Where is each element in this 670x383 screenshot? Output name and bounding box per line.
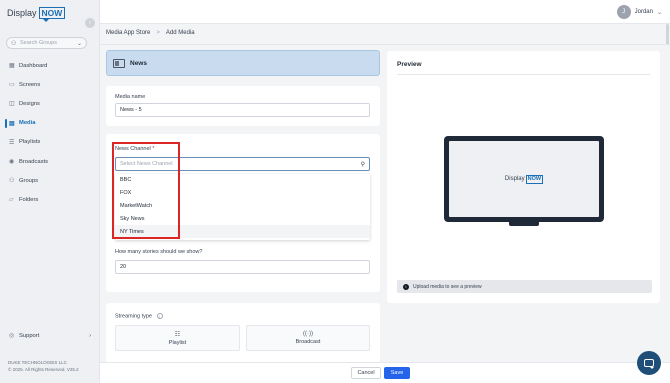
sidebar-item-groups[interactable]: ⚇ Groups — [0, 171, 100, 190]
tv-stand — [509, 222, 539, 226]
streaming-option-playlist[interactable]: ☷ Playlist — [115, 325, 240, 351]
tv-screen-mockup: Display NOW — [444, 136, 604, 222]
cancel-button[interactable]: Cancel — [351, 367, 381, 379]
preview-note-text: Upload media to see a preview — [413, 283, 482, 290]
streaming-type-label: Streaming type i — [115, 313, 163, 319]
preview-logo-text: Display — [504, 176, 525, 182]
sidebar-item-label: Broadcasts — [19, 158, 48, 165]
media-name-input[interactable]: News - 5 — [115, 103, 370, 117]
streaming-type-label-text: Streaming type — [115, 313, 152, 320]
search-icon: ⚲ — [360, 161, 365, 168]
info-icon: i — [403, 283, 409, 290]
stories-label: How many stories should we show? — [115, 249, 203, 255]
support-label: Support — [19, 333, 40, 339]
groups-icon: ⚇ — [9, 178, 15, 185]
sidebar-nav: ▦ Dashboard ▭ Screens ◫ Designs ▤ Media … — [0, 56, 100, 210]
help-icon: ◎ — [9, 333, 15, 339]
folder-icon: ▱ — [9, 197, 14, 204]
screen-icon: ▭ — [9, 82, 15, 89]
user-name: Jordan — [634, 9, 653, 15]
search-groups-select[interactable]: ⚇ Search Groups ⌄ — [6, 37, 87, 49]
news-icon — [113, 58, 125, 68]
sidebar-item-label: Groups — [19, 177, 39, 184]
design-icon: ◫ — [9, 101, 15, 108]
top-bar: J Jordan ⌄ — [100, 0, 670, 24]
sidebar-item-dashboard[interactable]: ▦ Dashboard — [0, 56, 100, 75]
sidebar-item-media[interactable]: ▤ Media — [0, 114, 100, 133]
logo-text: Display — [7, 8, 37, 18]
sidebar-item-label: Designs — [19, 100, 40, 107]
chevron-down-icon: ⌄ — [76, 40, 82, 47]
divider — [397, 74, 650, 75]
streaming-option-label: Broadcast — [295, 339, 321, 345]
breadcrumb-parent[interactable]: Media App Store — [106, 30, 150, 36]
media-name-value: News - 5 — [120, 107, 142, 113]
preview-logo: Display NOW — [504, 174, 544, 184]
streaming-type-card: Streaming type i ☷ Playlist ((·)) Broadc… — [106, 303, 380, 363]
sidebar-item-playlists[interactable]: ☰ Playlists — [0, 133, 100, 152]
sidebar-item-broadcasts[interactable]: ◉ Broadcasts — [0, 152, 100, 171]
sidebar-item-label: Dashboard — [19, 62, 48, 69]
preview-panel: Preview Display NOW i Upload media to se… — [387, 51, 660, 303]
sidebar-item-designs[interactable]: ◫ Designs — [0, 94, 100, 113]
footer-copyright: © 2025. All Rights Reserved. V25.2 — [8, 366, 79, 372]
media-name-label: Media name — [115, 94, 146, 100]
chat-icon — [644, 359, 654, 369]
preview-title: Preview — [397, 61, 422, 68]
media-type-title: News — [130, 59, 147, 67]
sidebar-item-screens[interactable]: ▭ Screens — [0, 75, 100, 94]
stories-count-input[interactable]: 20 — [115, 260, 370, 274]
search-groups-placeholder: Search Groups — [20, 40, 57, 46]
groups-icon: ⚇ — [11, 40, 17, 47]
broadcast-icon: ◉ — [9, 159, 15, 166]
streaming-option-label: Playlist — [168, 339, 187, 346]
breadcrumb-current: Add Media — [165, 30, 195, 36]
avatar: J — [616, 5, 631, 19]
collapse-sidebar-button[interactable]: ‹ — [85, 18, 95, 28]
chat-button[interactable] — [637, 351, 661, 375]
sidebar-item-label: Folders — [19, 196, 39, 203]
broadcast-icon: ((·)) — [303, 331, 313, 337]
media-type-banner: News — [106, 50, 380, 76]
chevron-right-icon: › — [89, 333, 91, 339]
stories-count-value: 20 — [120, 264, 127, 270]
info-icon[interactable]: i — [156, 313, 163, 319]
sidebar-item-label: Media — [19, 120, 36, 127]
tv-display: Display NOW — [449, 141, 599, 217]
sidebar-item-label: Playlists — [19, 139, 41, 146]
media-icon: ▤ — [9, 120, 15, 127]
breadcrumb: Media App Store > Add Media — [106, 30, 195, 36]
logo-badge: NOW — [38, 7, 66, 22]
preview-note: i Upload media to see a preview — [397, 280, 652, 293]
grid-icon: ▦ — [9, 63, 15, 70]
sidebar-item-folders[interactable]: ▱ Folders — [0, 190, 100, 209]
preview-logo-badge: NOW — [525, 174, 544, 184]
playlist-icon: ☷ — [174, 331, 181, 338]
sidebar: Display NOW ‹ ⚇ Search Groups ⌄ ▦ Dashbo… — [0, 0, 100, 383]
breadcrumb-separator: > — [156, 30, 160, 36]
annotation-highlight-box — [112, 142, 180, 239]
sidebar-item-label: Screens — [19, 81, 41, 88]
support-link[interactable]: ◎ Support › — [9, 333, 91, 339]
playlist-icon: ☰ — [9, 139, 15, 146]
save-button[interactable]: Save — [384, 367, 410, 379]
streaming-option-broadcast[interactable]: ((·)) Broadcast — [246, 325, 370, 351]
media-name-card: Media name News - 5 — [106, 86, 380, 126]
user-menu[interactable]: J Jordan ⌄ — [616, 5, 662, 19]
app-logo[interactable]: Display NOW — [7, 7, 66, 22]
sidebar-footer: DUKE TECHNOLOGIES LLC © 2025. All Rights… — [8, 360, 79, 373]
chevron-down-icon: ⌄ — [656, 9, 662, 16]
